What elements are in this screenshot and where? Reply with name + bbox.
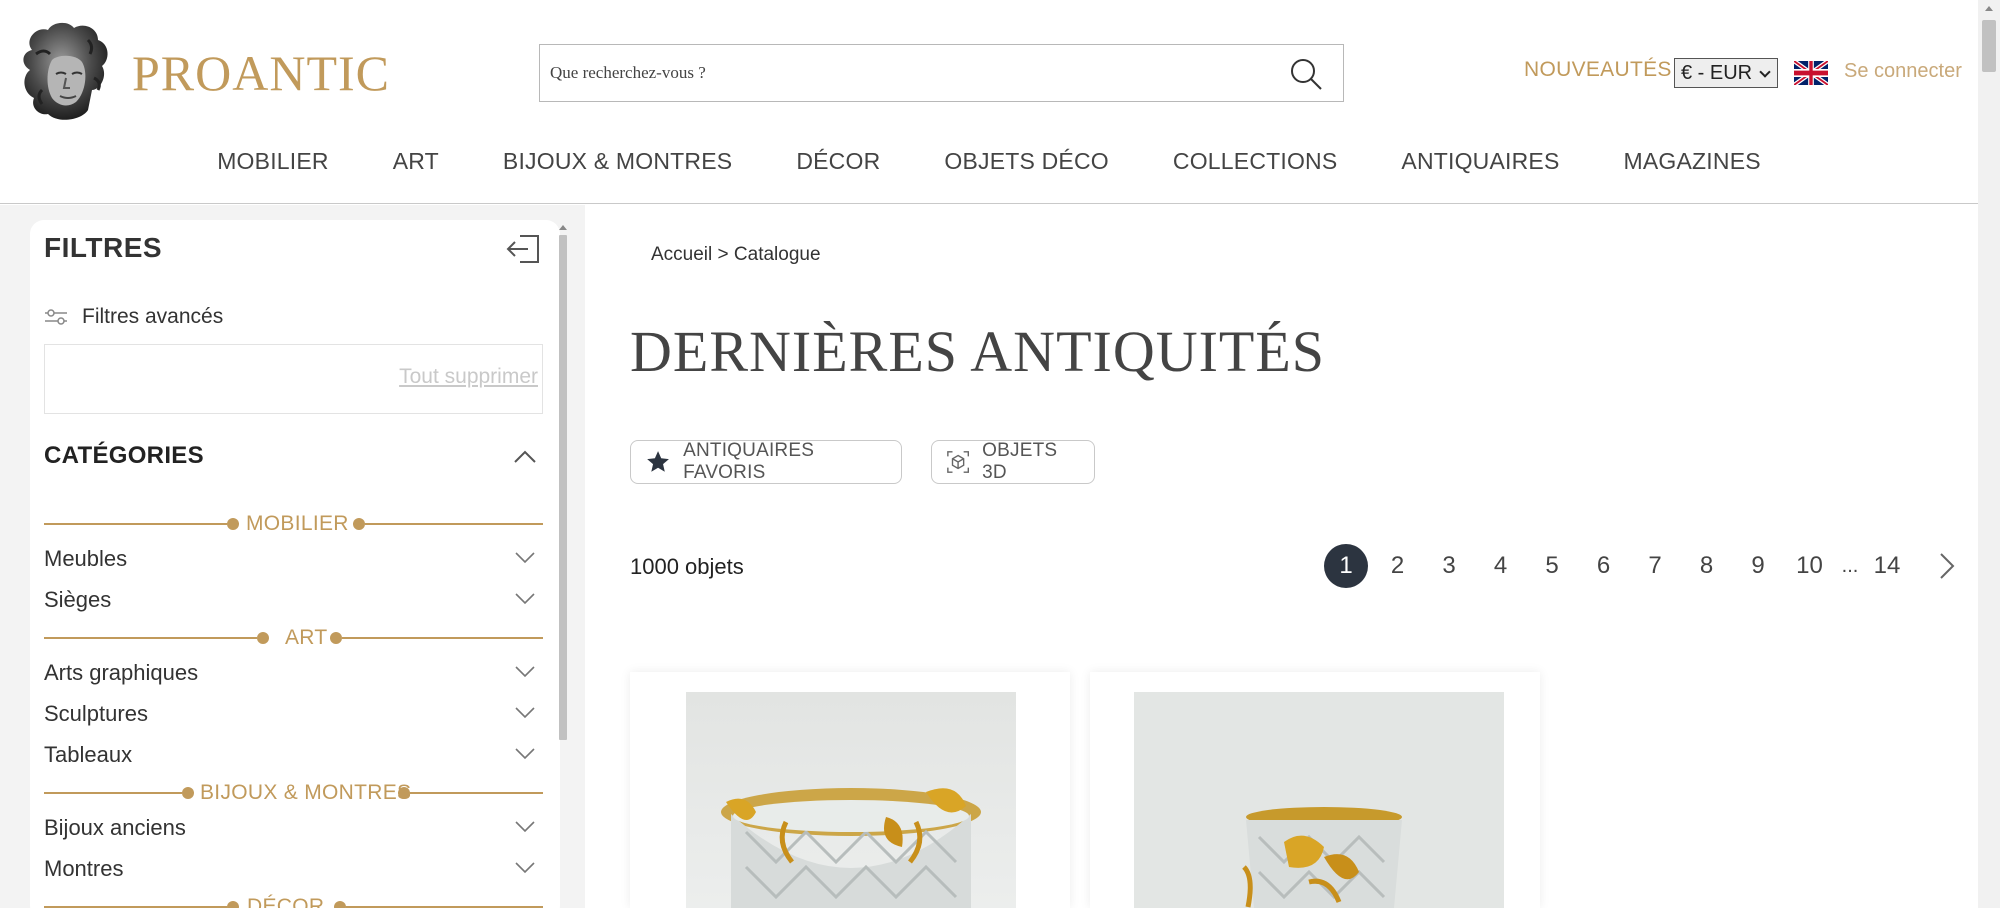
category-meubles[interactable]: Meubles [44,544,543,576]
results-count: 1000 objets [630,554,744,579]
category-label: Sièges [44,587,112,612]
proantic-logo-icon[interactable] [18,20,114,124]
page-8-button[interactable]: 8 [1685,544,1729,588]
nav-item-magazines[interactable]: MAGAZINES [1592,148,1793,184]
currency-value: € - EUR [1681,61,1753,84]
chevron-right-icon[interactable] [1931,551,1961,581]
category-label: Bijoux anciens [44,815,186,840]
breadcrumb-current[interactable]: Catalogue [734,244,821,265]
page-title: DERNIÈRES ANTIQUITÉS [630,319,1326,384]
nav-item-collections[interactable]: COLLECTIONS [1141,148,1370,184]
page-4-button[interactable]: 4 [1479,544,1523,588]
new-arrivals-link[interactable]: NOUVEAUTÉS [1524,58,1672,82]
nav-item-objets-deco[interactable]: OBJETS DÉCO [912,148,1141,184]
page-last-button[interactable]: 14 [1865,544,1909,588]
category-label: Meubles [44,546,128,571]
chevron-down-icon [515,707,535,719]
chevron-down-icon [515,821,535,833]
pagination-ellipsis: ... [1841,554,1859,577]
search-input[interactable] [540,45,1270,101]
sidebar-scroll-up[interactable] [559,225,567,230]
chevron-up-icon[interactable] [514,450,536,464]
scroll-up-arrow[interactable] [1985,6,1993,11]
crystal-bowl-image [721,788,981,908]
categories-title: CATÉGORIES [44,442,204,469]
page-scrollbar[interactable] [1978,0,2000,908]
clear-all-filters-link[interactable]: Tout supprimer [399,365,538,389]
category-tableaux[interactable]: Tableaux [44,740,543,772]
category-sculptures[interactable]: Sculptures [44,699,543,731]
category-bijoux-anciens[interactable]: Bijoux anciens [44,813,543,845]
product-image [686,692,1016,908]
category-label: Sculptures [44,701,148,726]
sidebar-panel: FILTRES Filtres avancés Tout supprimer C… [0,205,585,908]
nav-item-mobilier[interactable]: MOBILIER [185,148,361,184]
page-5-button[interactable]: 5 [1530,544,1574,588]
section-label: ART [285,626,328,649]
chevron-down-icon [515,593,535,605]
cube-3d-icon [947,451,969,473]
collapse-sidebar-icon[interactable] [506,234,540,264]
site-header: PROANTIC NOUVEAUTÉS € - EUR Se connecter… [0,0,1978,204]
crystal-vase-image [1134,692,1504,908]
category-label: Arts graphiques [44,660,199,685]
advanced-filters-button[interactable]: Filtres avancés [44,302,223,332]
breadcrumb: Accueil > Catalogue [651,244,821,266]
active-filters-box: Tout supprimer [44,344,543,414]
breadcrumb-separator: > [717,244,729,265]
objects-3d-label: OBJETS 3D [982,440,1058,483]
search-bar [539,44,1344,102]
filters-card: FILTRES Filtres avancés Tout supprimer C… [30,220,560,908]
search-icon[interactable] [1289,57,1323,91]
chevron-down-icon [515,552,535,564]
filters-title: FILTRES [44,232,163,263]
star-icon [647,451,669,472]
category-sieges[interactable]: Sièges [44,585,543,617]
page-6-button[interactable]: 6 [1582,544,1626,588]
page-3-button[interactable]: 3 [1427,544,1471,588]
nav-item-art[interactable]: ART [361,148,471,184]
category-label: Montres [44,856,124,881]
section-label: MOBILIER [246,512,349,535]
nav-item-bijoux-montres[interactable]: BIJOUX & MONTRES [471,148,764,184]
section-label: BIJOUX & MONTRES [200,781,412,804]
advanced-filters-label: Filtres avancés [82,305,224,328]
chevron-down-icon [515,666,535,678]
nav-item-decor[interactable]: DÉCOR [764,148,912,184]
product-card[interactable] [1090,672,1540,908]
breadcrumb-home[interactable]: Accueil [651,244,712,265]
page-7-button[interactable]: 7 [1633,544,1677,588]
chevron-down-icon [1759,66,1771,78]
product-image [1134,692,1504,908]
objects-3d-button[interactable]: OBJETS 3D [931,440,1095,484]
scroll-thumb[interactable] [1982,20,1996,72]
section-header-decor: DÉCOR [44,895,543,908]
pagination: 1 2 3 4 5 6 7 8 9 10 ... 14 [1324,544,1961,588]
sliders-icon [45,309,67,325]
nav-item-antiquaires[interactable]: ANTIQUAIRES [1369,148,1591,184]
favorite-dealers-button[interactable]: ANTIQUAIRES FAVORIS [630,440,902,484]
section-label: DÉCOR [247,895,325,908]
section-header-bijoux-montres: BIJOUX & MONTRES [44,781,543,805]
category-label: Tableaux [44,742,133,767]
uk-flag-icon[interactable] [1794,61,1828,85]
login-link[interactable]: Se connecter [1844,60,1962,83]
section-header-art: ART [44,626,543,650]
product-card[interactable] [630,672,1070,908]
page-10-button[interactable]: 10 [1788,544,1832,588]
chevron-down-icon [515,862,535,874]
category-arts-graphiques[interactable]: Arts graphiques [44,658,543,690]
sidebar-scrollbar[interactable] [559,235,567,740]
chevron-down-icon [515,748,535,760]
favorite-dealers-label: ANTIQUAIRES FAVORIS [683,440,815,483]
currency-select[interactable]: € - EUR [1674,58,1778,88]
category-montres[interactable]: Montres [44,854,543,886]
section-header-mobilier: MOBILIER [44,512,543,536]
main-nav: MOBILIER ART BIJOUX & MONTRES DÉCOR OBJE… [0,148,1978,184]
logo-text[interactable]: PROANTIC [132,44,390,102]
page-2-button[interactable]: 2 [1376,544,1420,588]
page-1-button[interactable]: 1 [1324,544,1368,588]
page-9-button[interactable]: 9 [1736,544,1780,588]
